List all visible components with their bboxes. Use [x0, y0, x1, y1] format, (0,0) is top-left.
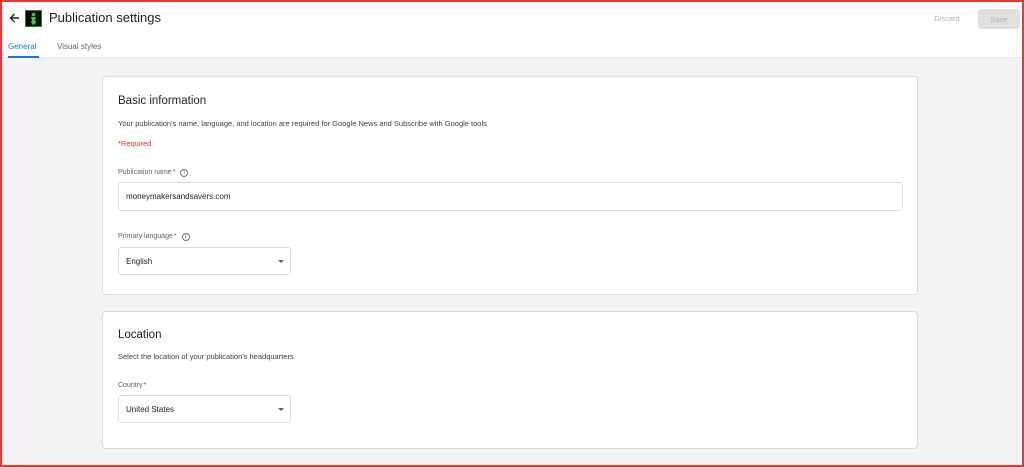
country-label: Country *	[118, 381, 146, 390]
primary-language-label: Primary language * i	[118, 232, 190, 241]
tab-bar: General Visual styles	[0, 37, 1024, 58]
basic-information-description: Your publication's name, language, and l…	[118, 119, 487, 128]
info-icon[interactable]: i	[181, 232, 190, 241]
primary-language-value: English	[126, 256, 153, 266]
primary-language-select[interactable]: English	[118, 247, 291, 275]
discard-button[interactable]: Discard	[925, 9, 969, 28]
publication-name-label-text: Publication name	[118, 169, 172, 176]
primary-language-label-text: Primary language	[118, 233, 173, 240]
publication-name-value: moneymakersandsavers.com	[126, 192, 231, 201]
publication-name-label: Publication name * i	[118, 168, 189, 177]
page-title: Publication settings	[49, 10, 162, 25]
country-select[interactable]: United States	[118, 395, 291, 423]
figure-icon	[31, 12, 37, 25]
country-value: United States	[126, 404, 175, 414]
info-icon[interactable]: i	[180, 168, 189, 177]
tab-visual-styles[interactable]: Visual styles	[57, 41, 107, 58]
required-star: *	[143, 382, 147, 389]
arrow-back-icon	[9, 13, 19, 23]
dropdown-arrow-icon	[278, 408, 284, 411]
required-star: *	[172, 169, 176, 176]
required-star: *	[173, 233, 177, 240]
back-button[interactable]	[7, 10, 21, 26]
basic-information-card: Basic information Your publication's nam…	[102, 76, 918, 295]
basic-information-heading: Basic information	[118, 95, 207, 107]
dropdown-arrow-icon	[278, 260, 284, 263]
location-heading: Location	[118, 329, 162, 341]
publication-logo	[25, 10, 42, 27]
tab-general[interactable]: General	[8, 41, 39, 58]
required-note: *Required	[118, 139, 152, 148]
top-bar: Publication settings Discard Save	[0, 0, 1024, 37]
location-card: Location Select the location of your pub…	[102, 311, 918, 449]
country-label-text: Country	[118, 382, 143, 389]
publication-name-input[interactable]: moneymakersandsavers.com	[118, 182, 903, 211]
location-description: Select the location of your publication'…	[118, 352, 294, 361]
save-button[interactable]: Save	[978, 9, 1020, 29]
